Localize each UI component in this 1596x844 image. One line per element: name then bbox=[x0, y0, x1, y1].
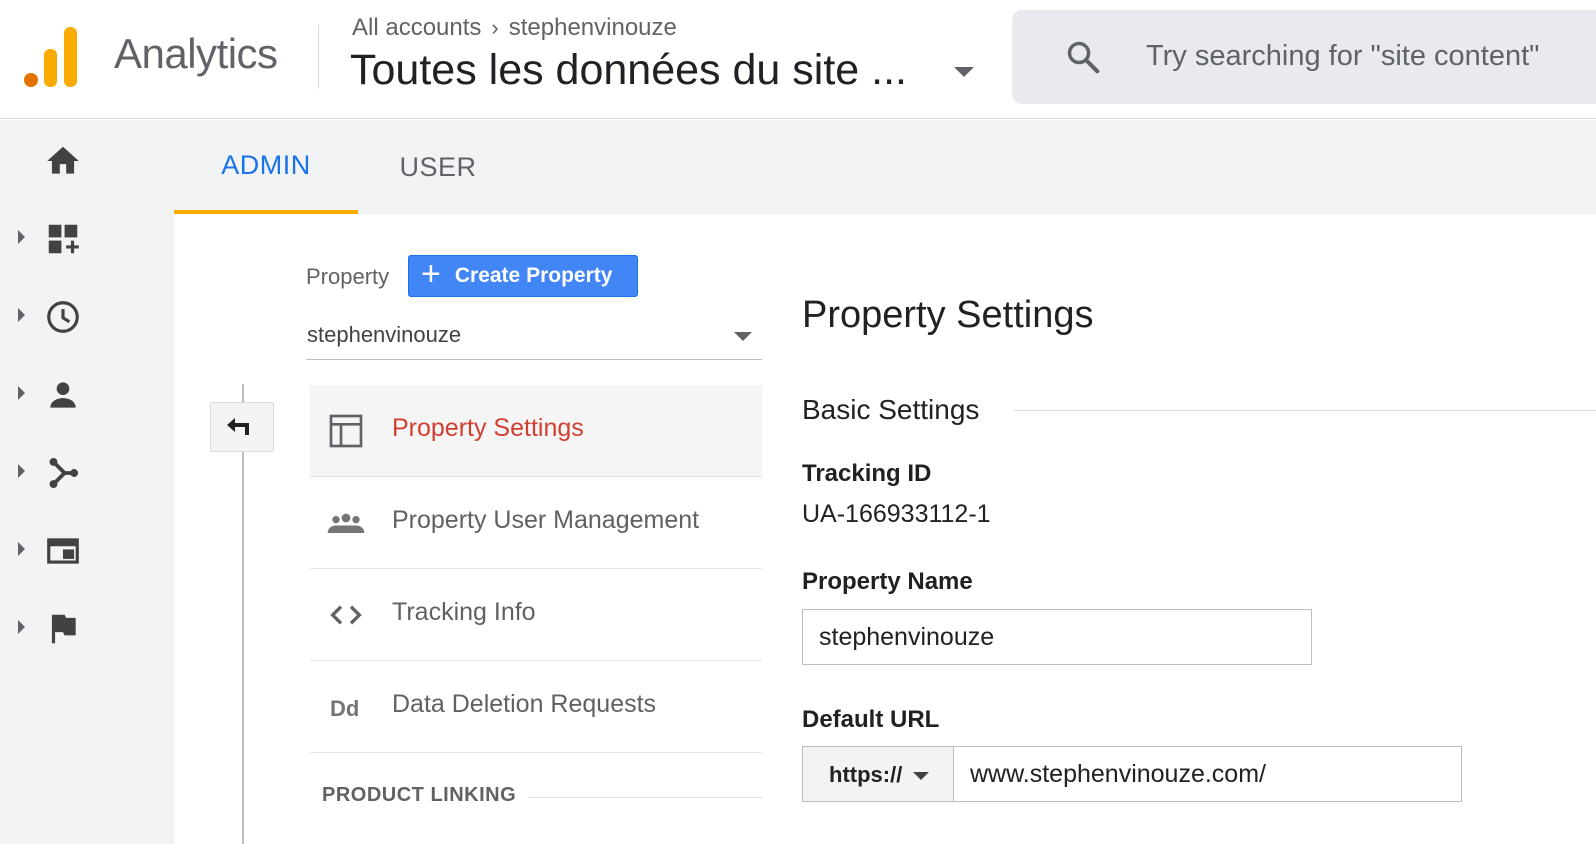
conversions-flag-icon bbox=[51, 614, 76, 644]
chevron-right-icon: › bbox=[491, 15, 499, 40]
expand-arrow-icon bbox=[18, 620, 25, 634]
admin-tabs: ADMIN USER bbox=[174, 120, 1596, 214]
admin-content: Property + Create Property stephenvinouz… bbox=[174, 214, 1596, 844]
back-button[interactable] bbox=[210, 402, 274, 452]
view-selector-title[interactable]: Toutes les données du site ... bbox=[350, 46, 907, 95]
nav-customization[interactable] bbox=[0, 208, 174, 268]
expand-arrow-icon bbox=[18, 464, 25, 478]
header-divider bbox=[318, 25, 319, 89]
menu-item-label: Data Deletion Requests bbox=[392, 690, 657, 718]
chevron-down-icon bbox=[734, 332, 752, 341]
analytics-logo-icon[interactable] bbox=[24, 27, 78, 87]
nav-audience[interactable] bbox=[0, 364, 174, 424]
tracking-id-label: Tracking ID bbox=[802, 460, 932, 487]
customization-icon bbox=[48, 224, 79, 254]
property-column-label: Property bbox=[306, 264, 390, 289]
menu-item-data-deletion[interactable]: Dd Data Deletion Requests bbox=[310, 661, 762, 753]
top-header: Analytics All accounts › stephenvinouze … bbox=[0, 0, 1596, 119]
property-menu: Property Settings Property User Manageme… bbox=[310, 385, 762, 753]
create-property-label: Create Property bbox=[454, 264, 613, 287]
hierarchy-line bbox=[242, 384, 244, 844]
realtime-clock-icon bbox=[47, 301, 79, 333]
breadcrumb-account[interactable]: All accounts bbox=[352, 14, 481, 42]
audience-person-icon bbox=[50, 382, 76, 408]
url-scheme-value: https:// bbox=[829, 762, 903, 787]
search-placeholder[interactable]: Try searching for "site content" bbox=[1146, 40, 1539, 73]
layout-icon bbox=[329, 414, 363, 448]
property-name-label: Property Name bbox=[802, 568, 973, 595]
svg-text:Dd: Dd bbox=[330, 696, 359, 721]
section-divider bbox=[1014, 410, 1596, 411]
app-name: Analytics bbox=[114, 30, 278, 77]
url-scheme-select[interactable]: https:// bbox=[802, 746, 954, 802]
behavior-icon bbox=[47, 538, 79, 564]
expand-arrow-icon bbox=[18, 308, 25, 322]
tab-admin[interactable]: ADMIN bbox=[174, 120, 358, 214]
expand-arrow-icon bbox=[18, 542, 25, 556]
search-icon bbox=[1067, 41, 1100, 74]
menu-item-property-settings[interactable]: Property Settings bbox=[310, 385, 762, 477]
search-bar[interactable]: Try searching for "site content" bbox=[1012, 10, 1596, 104]
expand-arrow-icon bbox=[18, 230, 25, 244]
default-url-field[interactable] bbox=[954, 746, 1462, 802]
menu-item-label: Property Settings bbox=[392, 414, 584, 442]
code-icon bbox=[330, 605, 362, 625]
property-selector[interactable]: stephenvinouze bbox=[306, 314, 762, 360]
menu-item-label: Property User Management bbox=[392, 506, 700, 534]
tab-user[interactable]: USER bbox=[358, 120, 518, 214]
plus-icon: + bbox=[421, 255, 441, 293]
left-nav bbox=[0, 120, 174, 844]
section-divider bbox=[528, 797, 762, 798]
section-product-linking: PRODUCT LINKING bbox=[322, 784, 517, 806]
nav-conversions[interactable] bbox=[0, 598, 174, 658]
nav-realtime[interactable] bbox=[0, 286, 174, 346]
settings-title: Property Settings bbox=[802, 294, 1094, 336]
data-deletion-icon: Dd bbox=[330, 696, 359, 721]
chevron-down-icon bbox=[913, 772, 929, 780]
property-name-field[interactable] bbox=[802, 609, 1312, 665]
menu-item-tracking-info[interactable]: Tracking Info bbox=[310, 569, 762, 661]
menu-item-property-user-management[interactable]: Property User Management bbox=[310, 477, 762, 569]
default-url-label: Default URL bbox=[802, 706, 940, 733]
users-group-icon bbox=[327, 513, 365, 533]
selected-property: stephenvinouze bbox=[307, 322, 462, 347]
view-dropdown-caret-icon[interactable] bbox=[954, 67, 974, 77]
menu-item-label: Tracking Info bbox=[392, 598, 536, 626]
nav-acquisition[interactable] bbox=[0, 442, 174, 502]
back-arrow-icon bbox=[227, 418, 249, 435]
expand-arrow-icon bbox=[18, 386, 25, 400]
default-url-group: https:// bbox=[802, 746, 1462, 802]
breadcrumb[interactable]: All accounts › stephenvinouze bbox=[352, 14, 677, 42]
breadcrumb-property[interactable]: stephenvinouze bbox=[509, 14, 677, 42]
tracking-id-value: UA-166933112-1 bbox=[802, 500, 991, 528]
nav-behavior[interactable] bbox=[0, 520, 174, 580]
create-property-button[interactable]: + Create Property bbox=[408, 255, 638, 297]
home-icon bbox=[47, 146, 79, 174]
basic-settings-title: Basic Settings bbox=[802, 394, 980, 425]
acquisition-icon bbox=[49, 457, 79, 489]
nav-home[interactable] bbox=[0, 130, 174, 190]
